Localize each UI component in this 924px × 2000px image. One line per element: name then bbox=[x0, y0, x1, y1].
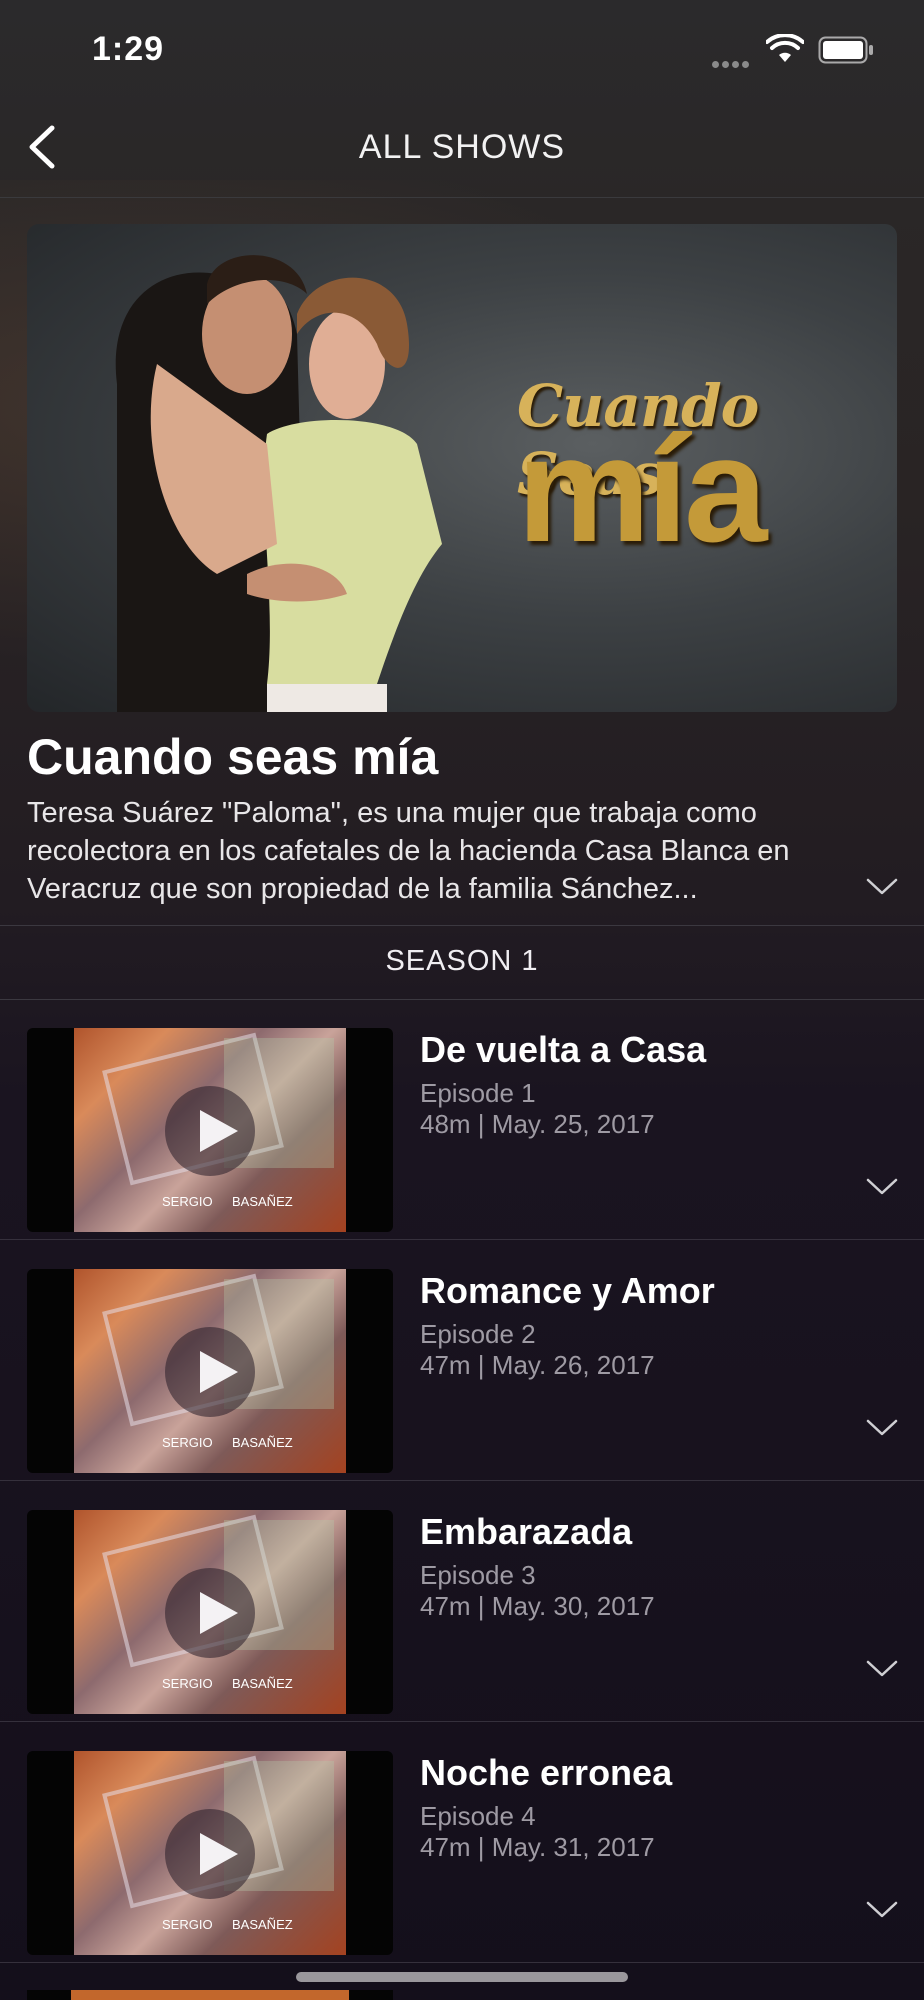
show-hero-image: Cuando Seas mía bbox=[27, 224, 897, 712]
thumbnail-credit: SERGIO bbox=[162, 1676, 213, 1691]
episode-meta: 47m | May. 31, 2017 bbox=[420, 1832, 655, 1862]
episode-meta: 47m | May. 30, 2017 bbox=[420, 1591, 655, 1621]
home-indicator[interactable] bbox=[296, 1972, 628, 1982]
episode-row[interactable]: SERGIO BASAÑEZ De vuelta a Casa Episode … bbox=[0, 999, 924, 1240]
battery-icon bbox=[818, 36, 873, 64]
episode-thumbnail[interactable]: SERGIO BASAÑEZ bbox=[27, 1751, 393, 1955]
hero-couple-illustration bbox=[115, 255, 442, 712]
play-icon[interactable] bbox=[165, 1568, 255, 1658]
episode-meta: 47m | May. 26, 2017 bbox=[420, 1350, 655, 1380]
episode-row[interactable]: SERGIO BASAÑEZ Romance y Amor Episode 2 … bbox=[0, 1240, 924, 1481]
chevron-down-icon[interactable] bbox=[865, 1900, 899, 1920]
episode-number: Episode 1 bbox=[420, 1078, 536, 1108]
episode-row[interactable]: SERGIO BASAÑEZ Noche erronea Episode 4 4… bbox=[0, 1722, 924, 1963]
thumbnail-credit: BASAÑEZ bbox=[232, 1194, 293, 1209]
season-label: SEASON 1 bbox=[385, 945, 539, 977]
thumbnail-credit: SERGIO bbox=[162, 1435, 213, 1450]
cellular-signal-icon bbox=[712, 55, 754, 68]
hero-logo-title: mía bbox=[517, 405, 767, 573]
chevron-down-icon[interactable] bbox=[865, 1418, 899, 1438]
episode-number: Episode 2 bbox=[420, 1319, 536, 1349]
thumbnail-credit: SERGIO bbox=[162, 1917, 213, 1932]
status-time: 1:29 bbox=[92, 30, 165, 68]
episode-thumbnail-partial[interactable] bbox=[27, 1990, 393, 2000]
play-icon[interactable] bbox=[165, 1327, 255, 1417]
episode-thumbnail[interactable]: SERGIO BASAÑEZ bbox=[27, 1269, 393, 1473]
episode-number: Episode 3 bbox=[420, 1560, 536, 1590]
episode-title: De vuelta a Casa bbox=[420, 1029, 707, 1070]
status-bar: 1:29 bbox=[0, 0, 924, 100]
play-icon[interactable] bbox=[165, 1086, 255, 1176]
episode-title: Romance y Amor bbox=[420, 1270, 715, 1311]
episode-thumbnail[interactable]: SERGIO BASAÑEZ bbox=[27, 1510, 393, 1714]
wifi-icon bbox=[766, 34, 804, 62]
page-title: ALL SHOWS bbox=[358, 128, 566, 166]
thumbnail-credit: BASAÑEZ bbox=[232, 1917, 293, 1932]
navigation-bar: ALL SHOWS bbox=[0, 100, 924, 198]
episode-row[interactable]: SERGIO BASAÑEZ Embarazada Episode 3 47m … bbox=[0, 1481, 924, 1722]
chevron-down-icon[interactable] bbox=[865, 877, 899, 897]
episode-thumbnail[interactable]: SERGIO BASAÑEZ bbox=[27, 1028, 393, 1232]
season-selector[interactable]: SEASON 1 bbox=[0, 925, 924, 1000]
thumbnail-credit: SERGIO bbox=[162, 1194, 213, 1209]
show-description: Teresa Suárez "Paloma", es una mujer que… bbox=[27, 797, 790, 905]
play-icon[interactable] bbox=[165, 1809, 255, 1899]
episode-title: Embarazada bbox=[420, 1511, 633, 1552]
chevron-down-icon[interactable] bbox=[865, 1659, 899, 1679]
chevron-down-icon[interactable] bbox=[865, 1177, 899, 1197]
episode-title: Noche erronea bbox=[420, 1752, 673, 1793]
episode-number: Episode 4 bbox=[420, 1801, 536, 1831]
thumbnail-credit: BASAÑEZ bbox=[232, 1676, 293, 1691]
thumbnail-credit: BASAÑEZ bbox=[232, 1435, 293, 1450]
episode-meta: 48m | May. 25, 2017 bbox=[420, 1109, 655, 1139]
show-title: Cuando seas mía bbox=[27, 729, 439, 785]
